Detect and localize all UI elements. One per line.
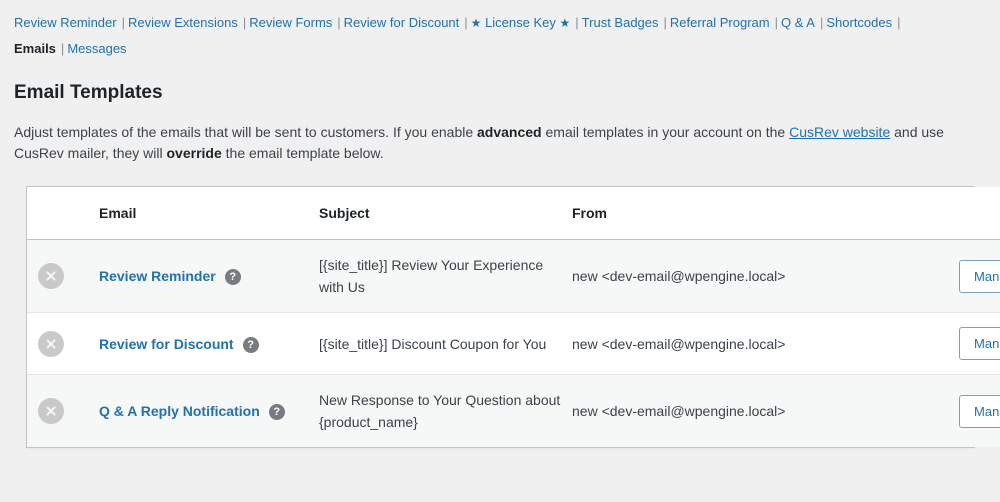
nav-link-trust-badges[interactable]: Trust Badges [582,15,659,30]
email-template-link[interactable]: Q & A Reply Notification [99,403,260,419]
nav-item-review-forms[interactable]: Review Forms [249,15,332,30]
nav-separator: | [819,15,824,30]
nav-separator: | [121,15,125,30]
nav-item-qa[interactable]: Q & A [781,15,815,30]
nav-link-qa[interactable]: Q & A [781,15,815,30]
nav-item-review-reminder[interactable]: Review Reminder [14,15,117,30]
disable-template-icon[interactable] [38,398,64,424]
page-description: Adjust templates of the emails that will… [0,106,988,164]
nav-item-referral-program[interactable]: Referral Program [670,15,770,30]
email-from: new <dev-email@wpengine.local> [572,403,786,419]
description-text-1: Adjust templates of the emails that will… [14,124,478,140]
help-icon[interactable]: ? [242,336,259,353]
star-icon: ★ [470,16,482,30]
row-email-cell: Review Reminder? [99,239,319,313]
disable-template-icon[interactable] [38,330,64,357]
nav-link-review-forms[interactable]: Review Forms [249,15,332,30]
email-templates-table-container: Email Subject From Review Reminder? [{si… [26,186,1000,448]
row-subject-cell: [{site_title}] Discount Coupon for You [319,312,572,375]
nav-link-review-reminder[interactable]: Review Reminder [14,15,117,30]
email-template-link[interactable]: Review for Discount [99,336,234,352]
plugin-tabs-nav: Review Reminder | Review Extensions | Review… [0,0,1000,32]
table-header-row: Email Subject From [27,187,1000,240]
table-row: Review Reminder? [{site_title}] Review Y… [27,239,1000,313]
row-action-cell: Manage [932,312,1000,375]
row-action-cell: Manage [932,374,1000,447]
row-subject-cell: [{site_title}] Review Your Experience wi… [319,239,572,313]
manage-button[interactable]: Manage [959,259,1000,293]
description-emphasis-override: override [166,145,222,161]
description-emphasis-advanced: advanced [477,124,542,140]
manage-button[interactable]: Manage [959,327,1000,360]
column-header-email: Email [99,187,319,240]
nav-link-review-extensions[interactable]: Review Extensions [128,15,238,30]
row-toggle-cell [27,239,99,313]
table-body: Review Reminder? [{site_title}] Review Y… [27,239,1000,447]
nav-link-referral-program[interactable]: Referral Program [670,15,770,30]
nav-separator: | [464,15,468,30]
column-header-action [932,187,1000,240]
nav-item-review-for-discount[interactable]: Review for Discount [344,15,460,30]
description-text-2: email templates in your account on the [541,124,790,140]
row-toggle-cell [27,312,99,375]
nav-item-license-key[interactable]: ★ License Key ★ [471,15,571,30]
row-toggle-cell [27,374,99,447]
email-name-group: Q & A Reply Notification? [99,403,285,421]
row-email-cell: Q & A Reply Notification? [99,374,319,447]
row-from-cell: new <dev-email@wpengine.local> [572,312,932,375]
column-header-subject: Subject [319,187,572,240]
help-icon[interactable]: ? [268,404,285,421]
email-subject: [{site_title}] Review Your Experience wi… [319,257,544,295]
row-subject-cell: New Response to Your Question about {pro… [319,374,572,447]
row-email-cell: Review for Discount? [99,312,319,375]
table-row: Review for Discount? [{site_title}] Disc… [27,312,1000,375]
nav-separator: | [242,15,247,30]
email-template-link[interactable]: Review Reminder [99,268,216,284]
email-subtabs-nav: Emails | Messages [0,32,1000,58]
nav-item-trust-badges[interactable]: Trust Badges [582,15,659,30]
email-templates-table: Email Subject From Review Reminder? [{si… [27,187,1000,447]
nav-item-shortcodes[interactable]: Shortcodes [826,15,892,30]
description-text-4: the email template below. [221,145,384,161]
email-from: new <dev-email@wpengine.local> [572,335,786,352]
page-title: Email Templates [14,82,163,103]
nav-item-review-extensions[interactable]: Review Extensions [128,15,238,30]
column-header-from: From [572,187,932,240]
nav-link-shortcodes[interactable]: Shortcodes [826,15,892,30]
table-row: Q & A Reply Notification? New Response t… [27,374,1000,447]
row-from-cell: new <dev-email@wpengine.local> [572,239,932,313]
email-name-group: Review Reminder? [99,268,241,286]
nav-label-license-key: License Key [485,15,556,30]
subtab-emails[interactable]: Emails [14,41,56,56]
column-header-toggle [27,187,99,240]
nav-separator: | [663,15,667,30]
nav-separator: | [337,15,341,30]
row-from-cell: new <dev-email@wpengine.local> [572,374,932,447]
nav-link-review-for-discount[interactable]: Review for Discount [344,15,460,30]
nav-link-license-key[interactable]: ★ License Key ★ [471,15,571,30]
nav-separator: | [897,15,901,30]
email-subject: New Response to Your Question about {pro… [319,392,561,430]
email-from: new <dev-email@wpengine.local> [572,268,786,284]
email-subject: [{site_title}] Discount Coupon for You [319,335,547,352]
table-header: Email Subject From [27,187,1000,240]
cusrev-website-link[interactable]: CusRev website [789,124,890,140]
subtab-separator: | [60,41,65,56]
star-icon: ★ [559,16,571,30]
subtab-messages[interactable]: Messages [67,41,126,56]
row-action-cell: Manage [932,239,1000,313]
nav-separator: | [575,15,579,30]
disable-template-icon[interactable] [38,263,64,289]
help-icon[interactable]: ? [224,269,241,286]
manage-button[interactable]: Manage [959,394,1000,428]
email-name-group: Review for Discount? [99,336,259,353]
nav-separator: | [774,15,778,30]
